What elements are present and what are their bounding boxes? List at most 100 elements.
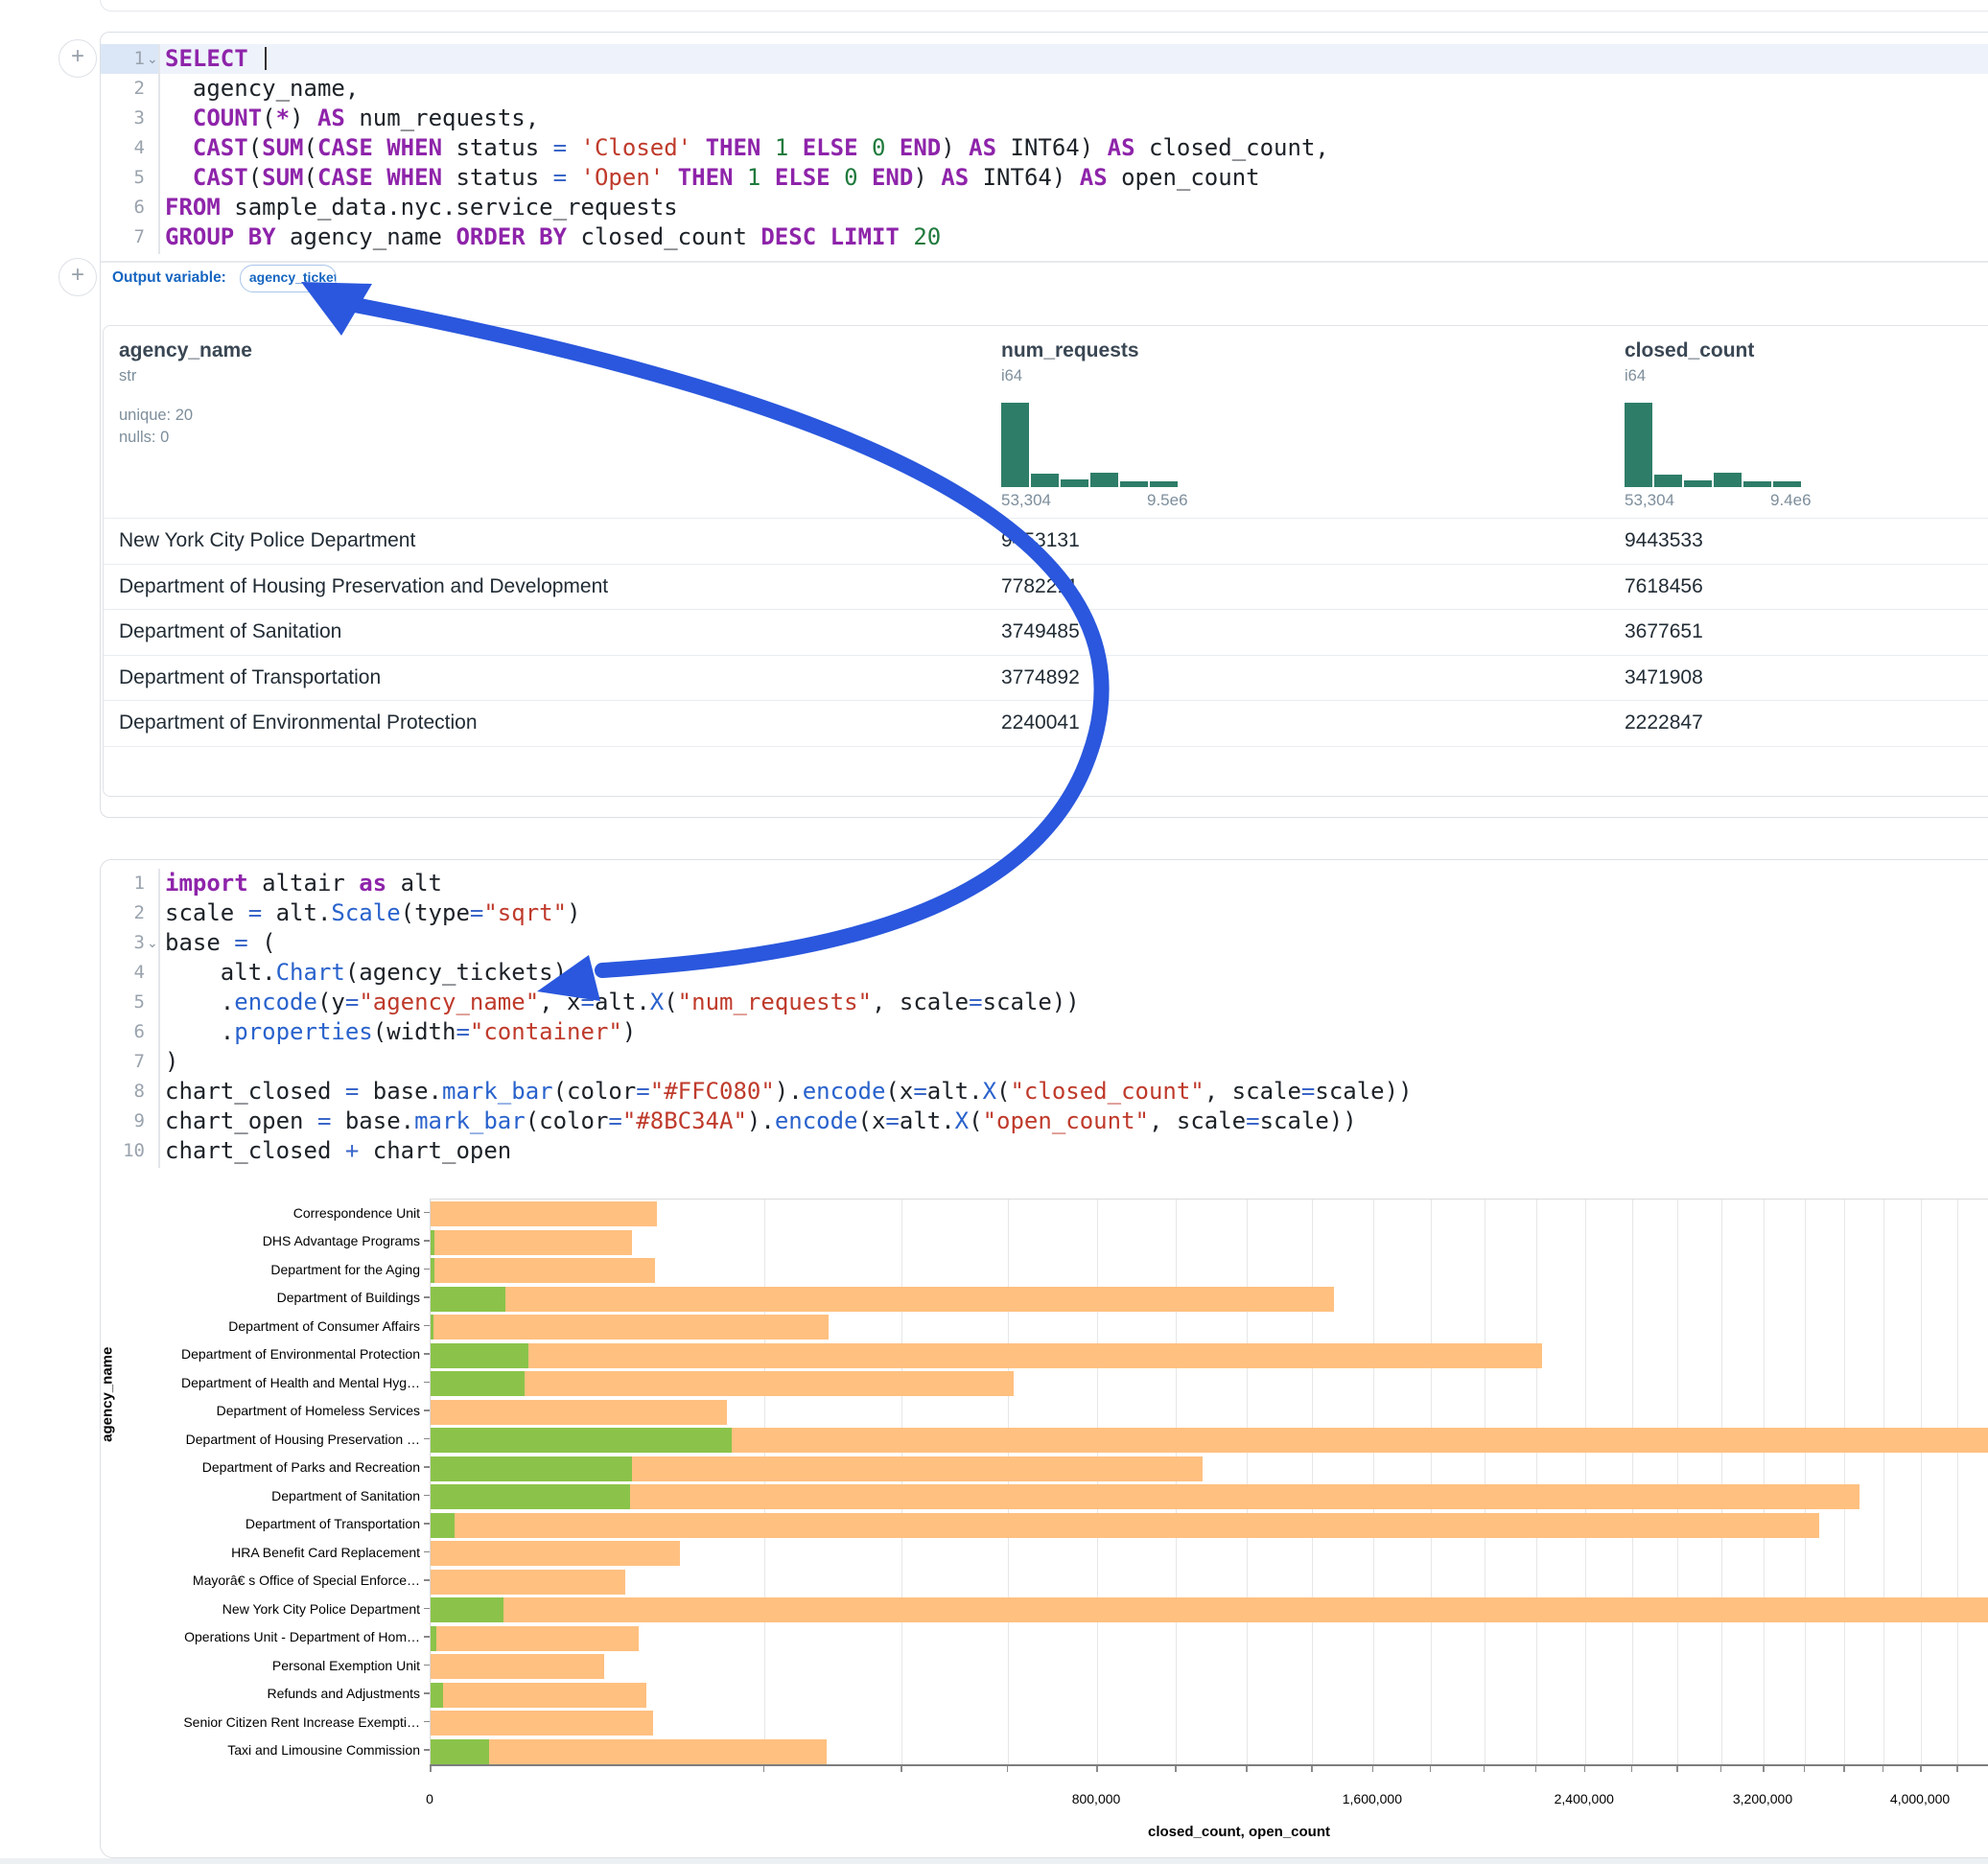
code-line[interactable]: 6 .properties(width="container") xyxy=(101,1017,1988,1047)
line-number: 2 xyxy=(101,898,145,928)
x-axis-label: 3,200,000 xyxy=(1733,1791,1792,1806)
gridline xyxy=(1805,1200,1806,1765)
x-tick xyxy=(1372,1766,1374,1772)
bar-open-count xyxy=(431,1343,528,1368)
output-variable-label: Output variable: xyxy=(112,269,226,287)
y-axis-label: Department of Sanitation xyxy=(271,1488,420,1503)
table-row: Department of Sanitation37494853677651 xyxy=(104,609,1988,655)
table-row: Department of Housing Preservation and D… xyxy=(104,564,1988,610)
y-axis-label: Operations Unit - Department of Hom… xyxy=(184,1629,420,1644)
code-line[interactable]: 9chart_open = base.mark_bar(color="#8BC3… xyxy=(101,1107,1988,1136)
code-text: .encode(y="agency_name", x=alt.X("num_re… xyxy=(165,988,1080,1017)
x-tick xyxy=(1956,1766,1958,1772)
x-tick xyxy=(900,1766,902,1772)
gridline xyxy=(1883,1200,1884,1765)
cell-value: 3677651 xyxy=(1625,620,1703,643)
bar-closed-count xyxy=(431,1541,680,1566)
code-line[interactable]: 5 CAST(SUM(CASE WHEN status = 'Open' THE… xyxy=(101,163,1988,193)
line-number: 1 xyxy=(101,869,145,898)
gridline xyxy=(1431,1200,1432,1765)
table-row: New York City Police Department945313194… xyxy=(104,518,1988,564)
line-number: 7 xyxy=(101,1047,145,1077)
x-tick xyxy=(1720,1766,1722,1772)
code-line[interactable]: 4 CAST(SUM(CASE WHEN status = 'Closed' T… xyxy=(101,133,1988,163)
line-number: 4 xyxy=(101,958,145,988)
cell-value: 9453131 xyxy=(1001,529,1080,552)
column-header-agency-name[interactable]: agency_name str unique: 20 nulls: 0 xyxy=(119,339,252,447)
line-number: 6 xyxy=(101,1017,145,1047)
x-tick xyxy=(1883,1766,1884,1772)
gridline xyxy=(1312,1200,1313,1765)
code-line[interactable]: 7 GROUP BY agency_name ORDER BY closed_co… xyxy=(101,222,1988,252)
result-table: agency_name str unique: 20 nulls: 0 num_… xyxy=(103,325,1988,797)
bar-closed-count xyxy=(431,1258,655,1283)
code-text: agency_name, xyxy=(165,74,359,104)
code-text: GROUP BY agency_name ORDER BY closed_cou… xyxy=(165,222,941,252)
python-code-editor[interactable]: 1 import altair as alt2scale = alt.Scale(… xyxy=(101,869,1988,1166)
gridline xyxy=(1176,1200,1177,1765)
column-header-num-requests[interactable]: num_requests i64 53,304 9.5e6 xyxy=(1001,339,1185,512)
cell-agency-name: Department of Housing Preservation and D… xyxy=(119,575,608,598)
bar-open-count xyxy=(431,1739,489,1764)
gutter-separator xyxy=(158,44,160,254)
x-axis-label: 0 xyxy=(426,1791,433,1806)
bar-closed-count xyxy=(431,1400,727,1425)
code-text: import altair as alt xyxy=(165,869,442,898)
code-line[interactable]: 2 agency_name, xyxy=(101,74,1988,104)
add-cell-button-top[interactable]: + xyxy=(58,39,97,78)
code-line[interactable]: 6FROM sample_data.nyc.service_requests xyxy=(101,193,1988,222)
code-line[interactable]: 5 .encode(y="agency_name", x=alt.X("num_… xyxy=(101,988,1988,1017)
closed-count-histogram xyxy=(1625,403,1809,487)
code-line[interactable]: 8chart_closed = base.mark_bar(color="#FF… xyxy=(101,1077,1988,1107)
table-row: Department of Transportation377489234719… xyxy=(104,655,1988,701)
bar-open-count xyxy=(431,1315,433,1340)
bar-closed-count xyxy=(431,1513,1819,1538)
x-tick xyxy=(1096,1766,1098,1772)
bar-closed-count xyxy=(431,1683,646,1708)
line-number: 1 xyxy=(101,44,145,74)
gridline xyxy=(1097,1200,1098,1765)
bar-closed-count xyxy=(431,1739,827,1764)
x-tick xyxy=(430,1766,432,1772)
code-line[interactable]: 4 alt.Chart(agency_tickets) xyxy=(101,958,1988,988)
gutter-separator xyxy=(158,869,160,1168)
code-line[interactable]: 1⌄SELECT xyxy=(101,44,1988,74)
line-number: 4 xyxy=(101,133,145,163)
column-header-closed-count[interactable]: closed_count i64 53,304 9.4e6 xyxy=(1625,339,1809,512)
bar-open-count xyxy=(431,1287,505,1312)
y-axis-label: Refunds and Adjustments xyxy=(267,1686,420,1701)
code-line[interactable]: 10chart_closed + chart_open xyxy=(101,1136,1988,1166)
y-axis-label: Department of Parks and Recreation xyxy=(202,1459,420,1475)
page-bottom-strip xyxy=(0,1858,1988,1864)
line-number: 7 xyxy=(101,222,145,252)
cell-value: 7782211 xyxy=(1001,575,1078,598)
bar-open-count xyxy=(431,1597,503,1622)
code-text: SELECT xyxy=(165,44,267,74)
y-axis-label: Department of Homeless Services xyxy=(217,1403,420,1418)
bar-closed-count xyxy=(431,1484,1859,1509)
gridline xyxy=(1632,1200,1633,1765)
x-tick xyxy=(1535,1766,1537,1772)
sql-code-editor[interactable]: 1⌄SELECT 2 agency_name,3 COUNT(*) AS num… xyxy=(101,44,1988,252)
cell-agency-name: Department of Sanitation xyxy=(119,620,341,643)
code-line[interactable]: 7) xyxy=(101,1047,1988,1077)
line-number: 8 xyxy=(101,1077,145,1107)
code-line[interactable]: 3 COUNT(*) AS num_requests, xyxy=(101,104,1988,133)
add-cell-button-output[interactable]: + xyxy=(58,258,97,296)
chart-x-axis-title: closed_count, open_count xyxy=(1148,1824,1330,1840)
output-variable-pill[interactable]: agency_tickets xyxy=(240,265,337,292)
x-axis-label: 2,400,000 xyxy=(1555,1791,1614,1806)
bar-closed-count xyxy=(431,1343,1542,1368)
cell-value: 3774892 xyxy=(1001,666,1080,689)
code-line[interactable]: 1 import altair as alt xyxy=(101,869,1988,898)
gridline xyxy=(764,1200,765,1765)
y-axis-label: HRA Benefit Card Replacement xyxy=(231,1545,420,1560)
code-line[interactable]: 3⌄base = ( xyxy=(101,928,1988,958)
code-line[interactable]: 2scale = alt.Scale(type="sqrt") xyxy=(101,898,1988,928)
code-text: alt.Chart(agency_tickets) xyxy=(165,958,567,988)
code-text: CAST(SUM(CASE WHEN status = 'Open' THEN … xyxy=(165,163,1260,193)
code-text: CAST(SUM(CASE WHEN status = 'Closed' THE… xyxy=(165,133,1329,163)
y-axis-label: Department of Consumer Affairs xyxy=(228,1318,420,1334)
previous-cell-edge xyxy=(100,0,1988,12)
line-number: 3 xyxy=(101,928,145,958)
